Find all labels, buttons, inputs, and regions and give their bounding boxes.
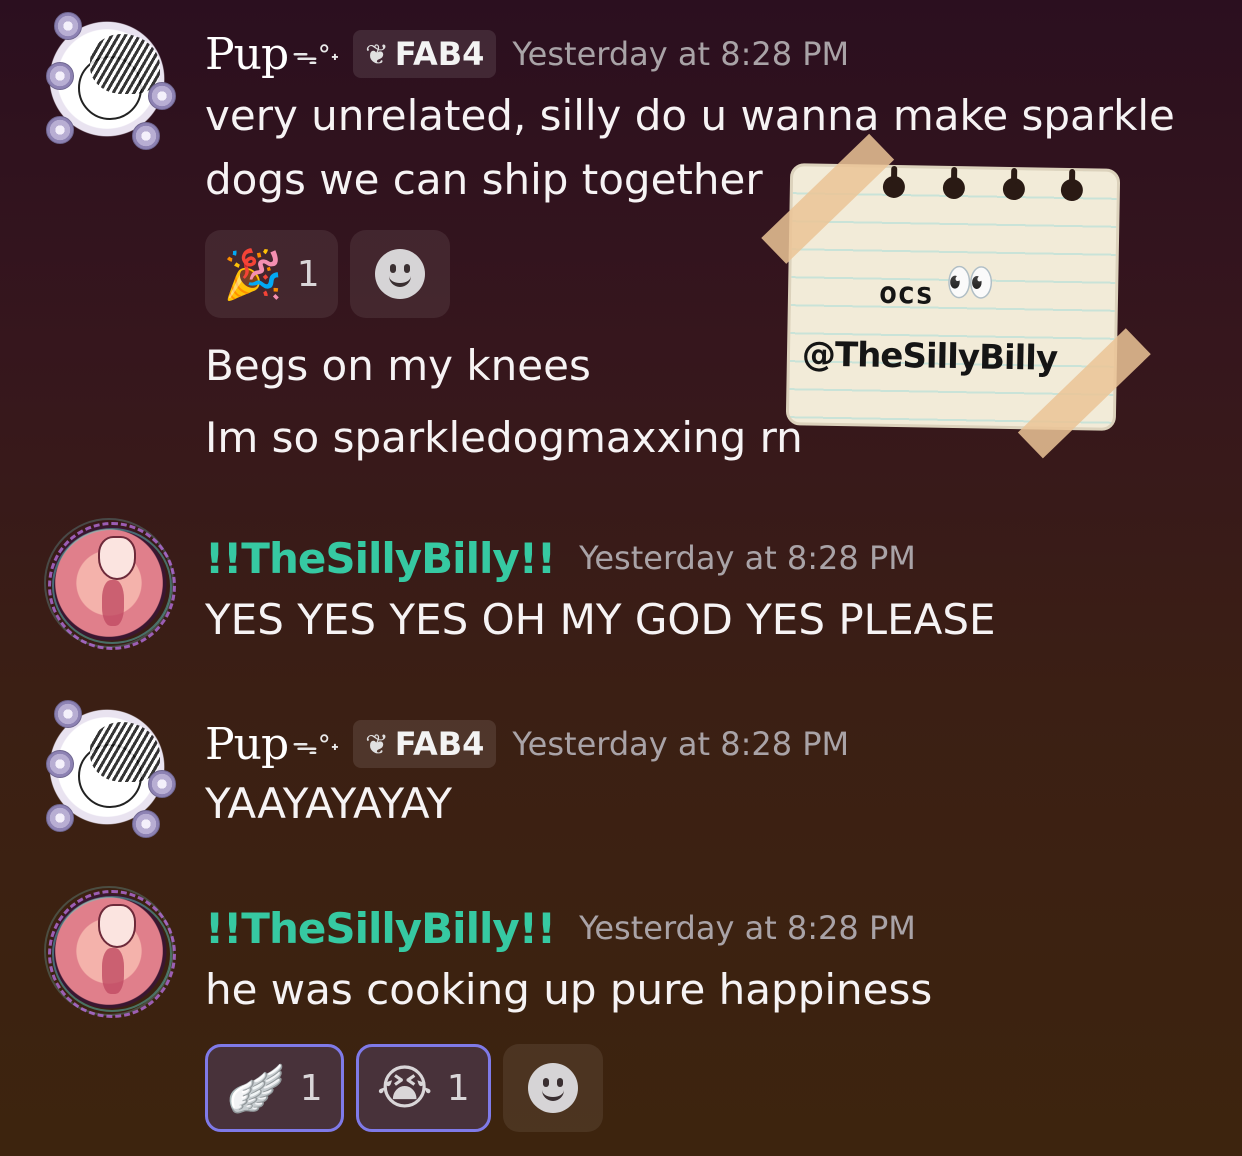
author-name-decoration: ᯓ°˖ [292,41,340,71]
binder-hole [1002,177,1026,201]
guild-tag-label: FAB4 [394,35,485,73]
sticker-handle: @TheSillyBilly [801,334,1058,379]
message-line: YAAYAYAYAY [205,779,453,828]
message-content: YES YES YES OH MY GOD YES PLEASE [205,588,996,652]
profile-sticker-note: ocs 👀 @TheSillyBilly [761,133,1151,459]
sticker-ocs-label: ocs [878,275,934,312]
guild-tag[interactable]: ❦ FAB4 [353,720,497,768]
avatar-hair [90,34,160,94]
leaf-icon: ❦ [365,37,389,71]
reaction-bar: 🎉 1 [205,230,450,318]
message-header: Pup ᯓ°˖ ❦ FAB4 Yesterday at 8:28 PM [205,714,849,774]
message-content: he was cooking up pure happiness [205,958,932,1022]
rose-icon [148,770,176,798]
timestamp: Yesterday at 8:28 PM [579,909,916,947]
message-content: Begs on my knees Im so sparkledogmaxxing… [205,330,803,474]
binder-hole [942,176,966,200]
rose-icon [132,122,160,150]
message-line: very unrelated, silly do u wanna make sp… [205,91,1175,140]
reaction-bar: 🪽 1 😭 1 [205,1044,603,1132]
message-line: Begs on my knees [205,341,591,390]
avatar-pup[interactable] [40,12,176,150]
message-line: Im so sparkledogmaxxing rn [205,413,803,462]
message-line: YES YES YES OH MY GOD YES PLEASE [205,595,996,644]
avatar-figure-body [102,948,124,994]
eyes-icon: 👀 [944,259,996,307]
reaction-wing[interactable]: 🪽 1 [205,1044,344,1132]
wing-icon: 🪽 [226,1060,286,1117]
rose-icon [132,810,160,838]
timestamp: Yesterday at 8:28 PM [512,35,850,73]
author-name[interactable]: !!TheSillyBilly!! [205,904,556,953]
rose-icon [46,750,74,778]
rose-icon [54,12,82,40]
add-reaction-button[interactable] [349,230,450,318]
party-popper-icon: 🎉 [223,246,283,303]
rose-icon [46,62,74,90]
author-name[interactable]: !!TheSillyBilly!! [205,534,556,583]
message-content: YAAYAYAYAY [205,772,452,836]
reaction-count: 1 [296,253,320,295]
message-header: !!TheSillyBilly!! Yesterday at 8:28 PM [205,898,916,958]
smile-add-reaction-icon [527,1063,578,1113]
rose-icon [46,116,74,144]
message-line: he was cooking up pure happiness [205,965,933,1014]
reaction-party-popper[interactable]: 🎉 1 [205,230,338,318]
avatar-thesillybilly[interactable] [44,518,176,650]
guild-tag-label: FAB4 [394,725,485,763]
add-reaction-button[interactable] [502,1044,603,1132]
timestamp: Yesterday at 8:28 PM [512,725,850,763]
message-header: !!TheSillyBilly!! Yesterday at 8:28 PM [205,528,916,588]
avatar-thesillybilly[interactable] [44,886,176,1018]
guild-tag[interactable]: ❦ FAB4 [353,30,497,78]
rose-icon [54,700,82,728]
smile-add-reaction-icon [374,249,425,299]
author-name-decoration: ᯓ°˖ [292,731,340,761]
avatar-pup[interactable] [40,700,176,838]
rose-icon [148,82,176,110]
reaction-count: 1 [446,1067,470,1109]
binder-hole [1060,178,1084,202]
binder-hole [882,175,906,199]
reaction-count: 1 [299,1067,323,1109]
avatar-figure-head [98,904,136,948]
crying-face-icon: 😭 [376,1060,433,1116]
avatar-hair [90,722,160,782]
avatar-figure-head [98,536,136,580]
avatar-figure-body [102,580,124,626]
leaf-icon: ❦ [365,727,389,761]
message-header: Pup ᯓ°˖ ❦ FAB4 Yesterday at 8:28 PM [205,24,849,84]
rose-icon [46,804,74,832]
timestamp: Yesterday at 8:28 PM [579,539,916,577]
author-name[interactable]: Pup [205,719,289,770]
author-name[interactable]: Pup [205,29,289,80]
reaction-crying[interactable]: 😭 1 [355,1044,491,1132]
